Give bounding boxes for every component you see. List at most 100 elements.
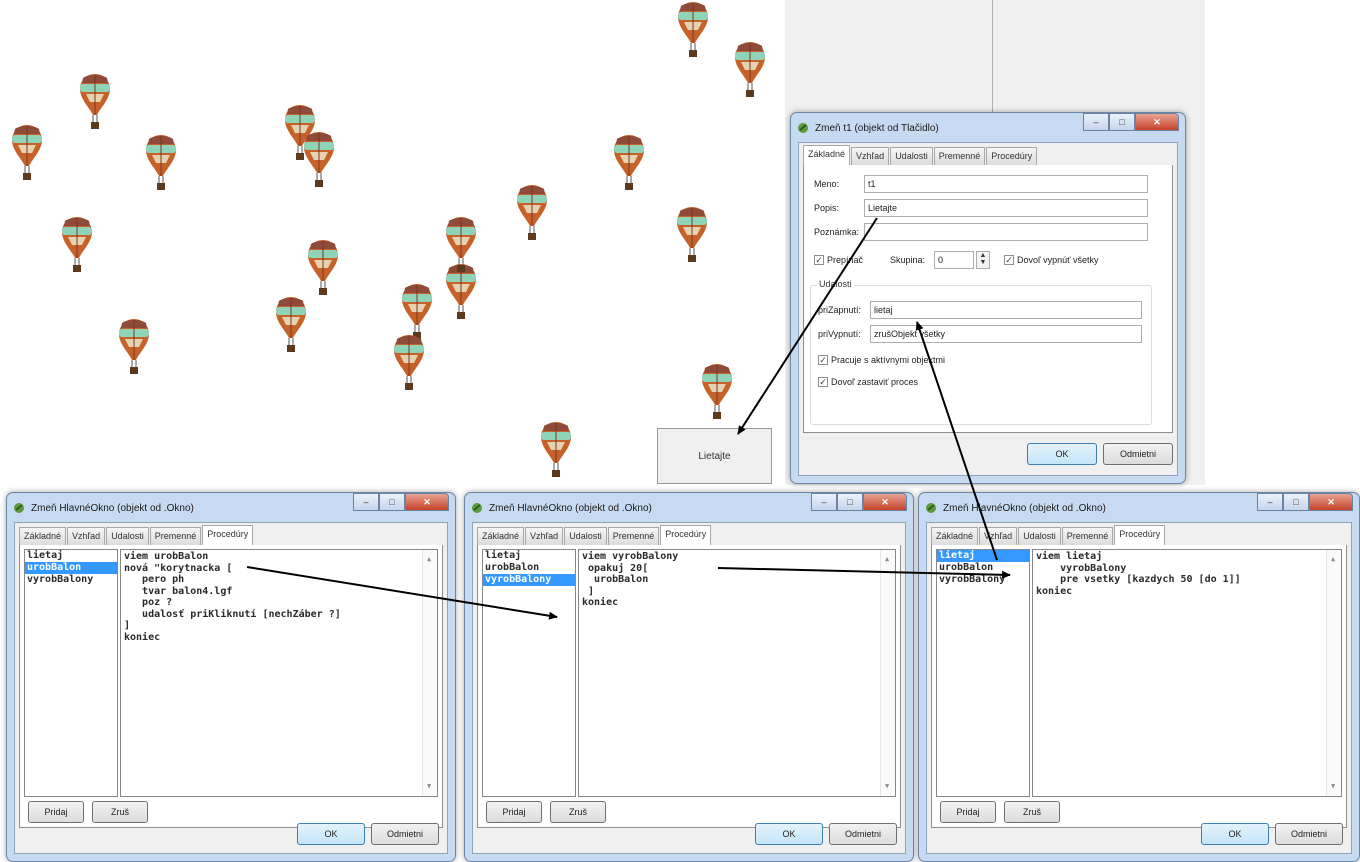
minimize-button[interactable]: – xyxy=(811,493,837,511)
balloon-icon[interactable] xyxy=(10,123,44,183)
pracuje-checkbox[interactable]: ✓ Pracuje s aktívnymi objektmi xyxy=(818,355,945,365)
tab-zakladne[interactable]: Základné xyxy=(477,527,525,545)
code-editor[interactable]: viem urobBalon nová "korytnacka [ pero p… xyxy=(120,549,438,797)
maximize-button[interactable]: □ xyxy=(1109,113,1135,131)
balloon-icon[interactable] xyxy=(675,205,709,265)
code-editor[interactable]: viem vyrobBalony opakuj 20[ urobBalon ] … xyxy=(578,549,896,797)
pridaj-button[interactable]: Pridaj xyxy=(28,801,84,823)
procedure-list[interactable]: lietaj urobBalon vyrobBalony xyxy=(482,549,576,797)
odmietni-button[interactable]: Odmietni xyxy=(1275,823,1343,845)
tab-udalosti[interactable]: Udalosti xyxy=(564,527,607,545)
scroll-up-icon[interactable]: ▲ xyxy=(885,554,889,566)
procedure-list[interactable]: lietaj urobBalon vyrobBalony xyxy=(24,549,118,797)
skupina-field[interactable]: 0 xyxy=(934,251,974,269)
code-editor[interactable]: viem lietaj vyrobBalony pre vsetky [kazd… xyxy=(1032,549,1342,797)
minimize-button[interactable]: – xyxy=(1083,113,1109,131)
pri-zapnuti-field[interactable]: lietaj xyxy=(870,301,1142,319)
tab-udalosti[interactable]: Udalosti xyxy=(106,527,149,545)
skupina-spinner[interactable]: ▲ ▼ xyxy=(976,251,990,269)
popis-field[interactable]: Lietajte xyxy=(864,199,1148,217)
procedure-list-item[interactable]: lietaj xyxy=(25,550,117,562)
procedure-list[interactable]: lietaj urobBalon vyrobBalony xyxy=(936,549,1030,797)
balloon-icon[interactable] xyxy=(302,130,336,190)
ok-button[interactable]: OK xyxy=(297,823,365,845)
close-button[interactable]: ✕ xyxy=(1135,113,1179,131)
balloon-icon[interactable] xyxy=(539,420,573,480)
close-button[interactable]: ✕ xyxy=(405,493,449,511)
poznamka-field[interactable] xyxy=(864,223,1148,241)
balloon-icon[interactable] xyxy=(274,295,308,355)
close-button[interactable]: ✕ xyxy=(1309,493,1353,511)
pridaj-button[interactable]: Pridaj xyxy=(486,801,542,823)
zrus-button[interactable]: Zruš xyxy=(92,801,148,823)
scroll-up-icon[interactable]: ▲ xyxy=(1331,554,1335,566)
procedure-list-item[interactable]: urobBalon xyxy=(483,562,575,574)
tab-premenne[interactable]: Premenné xyxy=(1061,527,1114,545)
tab-procedury[interactable]: Procedúry xyxy=(202,525,254,545)
tab-zakladne[interactable]: Základné xyxy=(19,527,67,545)
balloon-icon[interactable] xyxy=(306,238,340,298)
minimize-button[interactable]: – xyxy=(353,493,379,511)
dovol-vypnut-checkbox[interactable]: ✓ Dovoľ vypnúť všetky xyxy=(1004,255,1099,265)
drawing-canvas[interactable]: Lietajte xyxy=(0,0,785,485)
prepinac-checkbox[interactable]: ✓ Prepínač xyxy=(814,255,863,265)
balloon-icon[interactable] xyxy=(117,317,151,377)
tab-vzhlad[interactable]: Vzhľad xyxy=(67,527,106,545)
balloon-icon[interactable] xyxy=(612,133,646,193)
scroll-down-icon[interactable]: ▼ xyxy=(1331,781,1335,793)
zrus-button[interactable]: Zruš xyxy=(1004,801,1060,823)
odmietni-button[interactable]: Odmietni xyxy=(829,823,897,845)
pri-vypnuti-field[interactable]: zrušObjekt všetky xyxy=(870,325,1142,343)
procedure-list-item[interactable]: vyrobBalony xyxy=(937,574,1029,586)
procedure-list-item[interactable]: vyrobBalony xyxy=(483,574,575,586)
balloon-icon[interactable] xyxy=(60,215,94,275)
scroll-up-icon[interactable]: ▲ xyxy=(427,554,431,566)
procedure-list-item[interactable]: urobBalon xyxy=(25,562,117,574)
maximize-button[interactable]: □ xyxy=(837,493,863,511)
odmietni-button[interactable]: Odmietni xyxy=(371,823,439,845)
balloon-icon[interactable] xyxy=(392,333,426,393)
scroll-down-icon[interactable]: ▼ xyxy=(885,781,889,793)
tab-udalosti[interactable]: Udalosti xyxy=(1018,527,1061,545)
close-button[interactable]: ✕ xyxy=(863,493,907,511)
minimize-button[interactable]: – xyxy=(1257,493,1283,511)
tab-procedury[interactable]: Procedúry xyxy=(1114,525,1166,545)
lietajte-button[interactable]: Lietajte xyxy=(657,428,772,484)
code-scrollbar[interactable]: ▲ ▼ xyxy=(880,550,895,796)
code-scrollbar[interactable]: ▲ ▼ xyxy=(1326,550,1341,796)
pridaj-button[interactable]: Pridaj xyxy=(940,801,996,823)
zrus-button[interactable]: Zruš xyxy=(550,801,606,823)
tab-zakladne[interactable]: Základné xyxy=(931,527,979,545)
balloon-icon[interactable] xyxy=(676,0,710,60)
procedure-list-item[interactable]: lietaj xyxy=(937,550,1029,562)
ok-button[interactable]: OK xyxy=(755,823,823,845)
balloon-icon[interactable] xyxy=(144,133,178,193)
maximize-button[interactable]: □ xyxy=(1283,493,1309,511)
code-scrollbar[interactable]: ▲ ▼ xyxy=(422,550,437,796)
tab-premenne[interactable]: Premenné xyxy=(933,147,986,165)
tab-premenne[interactable]: Premenné xyxy=(149,527,202,545)
scroll-down-icon[interactable]: ▼ xyxy=(427,781,431,793)
balloon-icon[interactable] xyxy=(733,40,767,100)
tab-procedury[interactable]: Procedúry xyxy=(660,525,712,545)
balloon-icon[interactable] xyxy=(444,215,478,275)
procedure-list-item[interactable]: lietaj xyxy=(483,550,575,562)
odmietni-button[interactable]: Odmietni xyxy=(1103,443,1173,465)
balloon-icon[interactable] xyxy=(700,362,734,422)
tab-procedury[interactable]: Procedúry xyxy=(986,147,1038,165)
tab-udalosti[interactable]: Udalosti xyxy=(890,147,933,165)
tab-premenne[interactable]: Premenné xyxy=(607,527,660,545)
meno-field[interactable]: t1 xyxy=(864,175,1148,193)
maximize-button[interactable]: □ xyxy=(379,493,405,511)
procedure-list-item[interactable]: vyrobBalony xyxy=(25,574,117,586)
tab-vzhlad[interactable]: Vzhľad xyxy=(525,527,564,545)
tab-zakladne[interactable]: Základné xyxy=(803,145,851,165)
balloon-icon[interactable] xyxy=(515,183,549,243)
tab-vzhlad[interactable]: Vzhľad xyxy=(851,147,890,165)
procedure-list-item[interactable]: urobBalon xyxy=(937,562,1029,574)
ok-button[interactable]: OK xyxy=(1027,443,1097,465)
ok-button[interactable]: OK xyxy=(1201,823,1269,845)
balloon-icon[interactable] xyxy=(78,72,112,132)
dovol-zastavit-checkbox[interactable]: ✓ Dovoľ zastaviť proces xyxy=(818,377,918,387)
tab-vzhlad[interactable]: Vzhľad xyxy=(979,527,1018,545)
